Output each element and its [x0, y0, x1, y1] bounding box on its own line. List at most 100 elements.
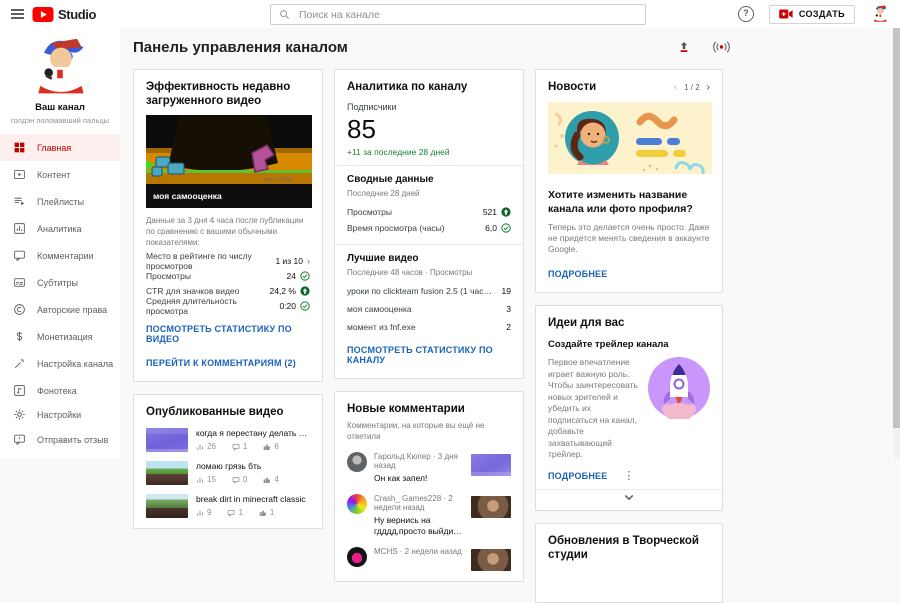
- channel-avatar[interactable]: [27, 37, 93, 97]
- top-videos-period: Последние 48 часов · Просмотры: [347, 268, 473, 277]
- published-video-row[interactable]: ломаю грязь бть 15 0 4: [146, 461, 310, 485]
- upload-video-icon[interactable]: [677, 40, 691, 54]
- sidebar-item-label: Плейлисты: [37, 196, 85, 207]
- column-2: Аналитика по каналу Подписчики 85 +11 за…: [334, 69, 524, 582]
- sidebar-item-settings[interactable]: Настройки: [0, 402, 120, 427]
- playlists-icon: [14, 197, 25, 206]
- comment-body: Гарольд Кюпер · 3 дня назад Он как запел…: [374, 452, 464, 484]
- sidebar-item-comments[interactable]: Комментарии: [0, 242, 120, 269]
- commenter-avatar: [347, 452, 367, 472]
- latest-video-thumbnail[interactable]: dome 22608 моя самооценка: [146, 115, 312, 208]
- comment-row[interactable]: MCHS · 2 недели назад: [347, 547, 511, 571]
- channel-title: Ваш канал: [35, 102, 85, 113]
- expand-chevron-down-icon[interactable]: [548, 490, 710, 506]
- rocket-illustration: [648, 357, 710, 419]
- sidebar-item-customization[interactable]: Настройка канала: [0, 350, 120, 377]
- hamburger-menu-icon[interactable]: [0, 9, 32, 19]
- search-input[interactable]: [297, 7, 637, 22]
- metric-value: 24: [286, 270, 296, 281]
- views-count: 9: [207, 508, 212, 517]
- search-box[interactable]: [270, 4, 646, 25]
- sidebar-item-label: Контент: [37, 169, 71, 180]
- pager-prev-icon[interactable]: ‹: [674, 82, 677, 93]
- chevron-right-icon: ›: [307, 255, 310, 266]
- metric-row-watch-time: Время просмотра (часы) 6,0: [347, 220, 511, 236]
- customization-icon: [14, 358, 25, 369]
- metric-row-ranking[interactable]: Место в рейтинге по числу просмотров 1 и…: [146, 251, 310, 271]
- video-comments-link[interactable]: ПЕРЕЙТИ К КОММЕНТАРИЯМ (2): [146, 358, 296, 368]
- topbar: Studio ? СОЗДАТЬ: [0, 0, 900, 28]
- youtube-play-icon: [32, 6, 54, 22]
- main-content: Панель управления каналом Эффективность …: [120, 28, 900, 603]
- sidebar-item-copyright[interactable]: Авторские права: [0, 296, 120, 323]
- commenter-avatar: [347, 494, 367, 514]
- metric-value: 6,0: [485, 223, 497, 233]
- comment-row[interactable]: Гарольд Кюпер · 3 дня назад Он как запел…: [347, 452, 511, 484]
- top-video-row[interactable]: момент из fnf.exe 2: [347, 322, 511, 332]
- help-icon[interactable]: ?: [737, 6, 754, 22]
- scrollbar-thumb[interactable]: [893, 28, 900, 428]
- sidebar-item-monetization[interactable]: Монетизация: [0, 323, 120, 350]
- sidebar-menu: Главная Контент Плейлисты Аналитика Комм…: [0, 134, 120, 404]
- views-icon: [197, 510, 203, 516]
- published-video-row[interactable]: когда я перестану делать щитпосты? 26 1 …: [146, 428, 310, 452]
- copyright-icon: [14, 304, 25, 315]
- published-video-row[interactable]: break dirt in minecraft classic 9 1 1: [146, 494, 310, 518]
- sidebar-item-playlists[interactable]: Плейлисты: [0, 188, 120, 215]
- pager-next-icon[interactable]: ›: [707, 82, 710, 93]
- comments-icon: [232, 443, 240, 451]
- new-comments-card: Новые комментарии Комментарии, на которы…: [334, 391, 524, 582]
- sidebar-item-feedback[interactable]: Отправить отзыв: [0, 427, 120, 452]
- views-icon: [197, 444, 203, 450]
- summary-title: Сводные данные: [347, 174, 434, 185]
- news-headline: Хотите изменить название канала или фото…: [548, 189, 693, 215]
- kebab-menu-icon[interactable]: ⋮: [623, 470, 634, 481]
- analytics-icon: [14, 223, 25, 234]
- comments-count: 0: [242, 475, 248, 484]
- monetization-icon: [16, 331, 23, 342]
- check-circle-icon: [300, 300, 310, 311]
- page-scrollbar[interactable]: [893, 28, 900, 458]
- sidebar-item-dashboard[interactable]: Главная: [0, 134, 120, 161]
- search-icon: [280, 10, 289, 19]
- metric-row-channel-views: Просмотры 521: [347, 204, 511, 220]
- video-stats: 26 1 6: [196, 442, 310, 451]
- comments-count: 1: [242, 442, 248, 451]
- go-live-icon[interactable]: [713, 41, 730, 53]
- card-title: Идеи для вас: [548, 317, 625, 329]
- sidebar-item-content[interactable]: Контент: [0, 161, 120, 188]
- sidebar-item-label: Настройки: [37, 409, 82, 420]
- comment-row[interactable]: Crash_ Games228 · 2 недели назад Ну верн…: [347, 494, 511, 537]
- check-circle-icon: [501, 223, 511, 233]
- commenter-avatar: [347, 547, 367, 567]
- sidebar-item-library[interactable]: Фонотека: [0, 377, 120, 404]
- sidebar-item-subtitles[interactable]: Субтитры: [0, 269, 120, 296]
- ideas-card: Идеи для вас Создайте трейлер канала Пер…: [535, 305, 723, 511]
- views-icon: [197, 477, 203, 483]
- top-video-title: моя самооценка: [347, 304, 412, 314]
- likes-icon: [259, 509, 266, 516]
- comment-author: Crash_ Games228: [374, 494, 442, 503]
- card-title: Эффективность недавно загруженного видео: [146, 81, 291, 107]
- top-video-row[interactable]: моя самооценка 3: [347, 304, 511, 314]
- sidebar-item-label: Авторские права: [37, 304, 108, 315]
- card-title: Обновления в Творческой студии: [548, 534, 699, 561]
- youtube-studio-logo[interactable]: Studio: [32, 6, 96, 22]
- news-body: Теперь это делается очень просто. Даже н…: [548, 222, 710, 254]
- arrow-up-circle-icon: [300, 285, 310, 296]
- metric-row-avg-duration: Средняя длительность просмотра 0:20: [146, 296, 310, 316]
- channel-analytics-card: Аналитика по каналу Подписчики 85 +11 за…: [334, 69, 524, 379]
- metric-value: 1 из 10: [275, 255, 303, 266]
- divider: [335, 244, 523, 245]
- channel-stats-link[interactable]: ПОСМОТРЕТЬ СТАТИСТИКУ ПО КАНАЛУ: [347, 345, 511, 365]
- summary-metrics: Просмотры 521 Время просмотра (часы) 6,0: [347, 204, 511, 236]
- account-avatar[interactable]: [870, 4, 890, 24]
- create-button[interactable]: СОЗДАТЬ: [768, 4, 855, 24]
- top-video-row[interactable]: уроки по clickteam fusion 2.5 (1 часть) …: [347, 286, 511, 296]
- sidebar-item-label: Аналитика: [37, 223, 82, 234]
- sidebar-item-analytics[interactable]: Аналитика: [0, 215, 120, 242]
- video-stats-link[interactable]: ПОСМОТРЕТЬ СТАТИСТИКУ ПО ВИДЕО: [146, 324, 310, 344]
- ideas-more-link[interactable]: ПОДРОБНЕЕ: [548, 471, 607, 481]
- news-more-link[interactable]: ПОДРОБНЕЕ: [548, 269, 607, 279]
- sidebar-item-label: Фонотека: [37, 385, 77, 396]
